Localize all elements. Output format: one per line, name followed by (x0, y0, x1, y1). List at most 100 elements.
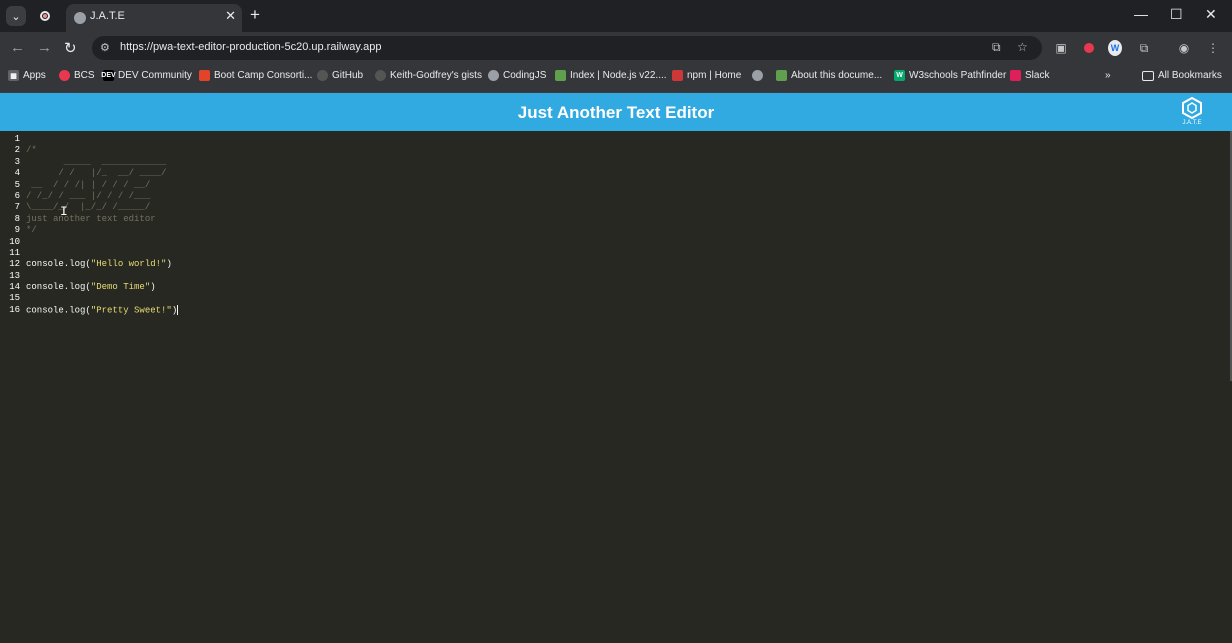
github-icon (375, 70, 386, 81)
extension-icon[interactable]: ▣ (1054, 41, 1068, 55)
profile-avatar-icon[interactable]: ◉ (1177, 41, 1191, 55)
minimize-button[interactable]: — (1134, 6, 1148, 22)
bookmark-about-doc[interactable]: About this docume... (776, 70, 882, 81)
code-line[interactable]: /* (26, 145, 178, 156)
more-bookmarks-button[interactable]: » (1105, 70, 1111, 81)
bookmark-slack[interactable]: Slack (1010, 70, 1049, 81)
logo-icon (1182, 96, 1202, 120)
code-line[interactable] (26, 293, 178, 304)
nodejs-icon (555, 70, 566, 81)
bookmark-dev-community[interactable]: DEV DEV Community (101, 70, 192, 81)
code-line[interactable]: */ (26, 225, 178, 236)
bookmark-star-icon[interactable]: ☆ (1017, 40, 1028, 54)
code-line[interactable]: just another text editor (26, 214, 178, 225)
code-line[interactable]: / /_/ / ___ |/ / / /___ (26, 191, 178, 202)
code-content[interactable]: /* _____ ____________ / / |/_ __/ ____/ … (26, 134, 179, 316)
line-number: 7 (14, 202, 20, 213)
line-number: 5 (14, 179, 20, 190)
bookmark-globe[interactable] (752, 70, 767, 81)
line-number: 4 (14, 168, 20, 179)
line-number: 9 (14, 225, 20, 236)
recording-tab[interactable] (36, 7, 54, 25)
mouse-ibeam-cursor-icon: I (60, 204, 68, 219)
code-line[interactable]: console.log("Hello world!") (26, 259, 178, 270)
back-button[interactable]: ← (10, 39, 25, 56)
globe-icon (74, 12, 86, 24)
line-number: 6 (14, 190, 20, 201)
bcs-icon (59, 70, 70, 81)
bookmarks-bar: ▦ Apps BCS DEV DEV Community Boot Camp Con… (0, 64, 1232, 93)
npm-icon (672, 70, 683, 81)
extensions-puzzle-icon[interactable]: ⧉ (1137, 41, 1151, 55)
bookmark-nodejs-index[interactable]: Index | Node.js v22.... (555, 70, 667, 81)
code-line[interactable] (26, 271, 178, 282)
url-text[interactable]: https://pwa-text-editor-production-5c20.… (120, 41, 382, 53)
line-number: 2 (14, 145, 20, 156)
code-line[interactable]: _____ ____________ (26, 157, 178, 168)
jate-logo: J.A.T.E (1176, 96, 1208, 128)
line-number: 1 (14, 134, 20, 144)
code-line[interactable]: __ / / /| | / / / __/ (26, 180, 178, 191)
record-icon (40, 11, 50, 21)
menu-dots-icon[interactable]: ⋮ (1206, 41, 1220, 55)
globe-icon (752, 70, 763, 81)
code-editor[interactable]: 1 2 3 4 5 6 7 8 9 10 11 12 13 14 15 16 /… (0, 131, 1230, 643)
code-line[interactable]: console.log("Pretty Sweet!") (26, 304, 179, 316)
dev-icon: DEV (101, 70, 116, 81)
gitlab-icon (199, 70, 210, 81)
line-number: 15 (9, 293, 20, 304)
line-number: 11 (9, 247, 20, 258)
bookmark-boot-camp[interactable]: Boot Camp Consorti... (199, 70, 312, 81)
apps-grid-icon: ▦ (8, 70, 19, 81)
code-string: "Demo Time" (90, 282, 151, 293)
line-number: 14 (9, 282, 20, 293)
bookmark-github[interactable]: GitHub (317, 70, 363, 81)
code-line[interactable] (26, 134, 178, 145)
code-string: "Pretty Sweet!" (90, 305, 172, 316)
code-string: "Hello world!" (90, 259, 167, 270)
code-identifier: console.log( (26, 305, 91, 316)
line-number: 10 (9, 236, 20, 247)
bookmark-apps[interactable]: ▦ Apps (8, 70, 46, 81)
code-line[interactable] (26, 237, 178, 248)
record-extension-icon[interactable] (1082, 41, 1096, 55)
bookmark-npm[interactable]: npm | Home (672, 70, 741, 81)
text-cursor (177, 304, 179, 315)
line-number-gutter: 1 2 3 4 5 6 7 8 9 10 11 12 13 14 15 16 (0, 134, 22, 316)
wappalyzer-icon[interactable]: W (1108, 40, 1122, 56)
address-bar[interactable]: ⚙ https://pwa-text-editor-production-5c2… (92, 36, 1042, 60)
bookmark-w3schools[interactable]: W W3schools Pathfinder (894, 70, 1006, 81)
code-line[interactable]: console.log("Demo Time") (26, 282, 178, 293)
reload-button[interactable]: ↻ (64, 39, 77, 57)
close-window-button[interactable]: ✕ (1205, 6, 1217, 23)
tab-strip: ⌄ J.A.T.E ✕ + — ☐ ✕ (0, 0, 1232, 32)
w3schools-icon: W (894, 70, 905, 81)
code-identifier: console.log( (26, 259, 91, 270)
app-title: Just Another Text Editor (517, 103, 715, 122)
line-number: 8 (14, 213, 20, 224)
logo-text: J.A.T.E (1182, 120, 1202, 126)
line-number: 3 (14, 156, 20, 167)
bookmark-bcs[interactable]: BCS (59, 70, 95, 81)
code-line[interactable]: \____/_/ |_/_/ /_____/ (26, 202, 178, 213)
new-tab-button[interactable]: + (250, 5, 260, 25)
maximize-button[interactable]: ☐ (1170, 6, 1183, 23)
site-info-icon[interactable]: ⚙ (100, 41, 110, 54)
line-number: 12 (9, 259, 20, 270)
tab-search-button[interactable]: ⌄ (6, 6, 26, 26)
nodejs-icon (776, 70, 787, 81)
code-line[interactable]: / / |/_ __/ ____/ (26, 168, 178, 179)
github-icon (317, 70, 328, 81)
active-tab[interactable]: J.A.T.E ✕ (66, 4, 242, 32)
bookmark-codingjs[interactable]: CodingJS (488, 70, 546, 81)
bookmark-gists[interactable]: Keith-Godfrey's gists (375, 70, 482, 81)
close-tab-icon[interactable]: ✕ (225, 8, 236, 24)
code-line[interactable] (26, 248, 178, 259)
all-bookmarks-button[interactable]: All Bookmarks (1142, 70, 1222, 81)
globe-icon (488, 70, 499, 81)
forward-button[interactable]: → (37, 39, 52, 56)
code-paren: ) (166, 259, 172, 270)
open-in-app-icon[interactable]: ⧉ (992, 40, 1001, 55)
code-paren: ) (150, 282, 156, 293)
line-number: 13 (9, 270, 20, 281)
